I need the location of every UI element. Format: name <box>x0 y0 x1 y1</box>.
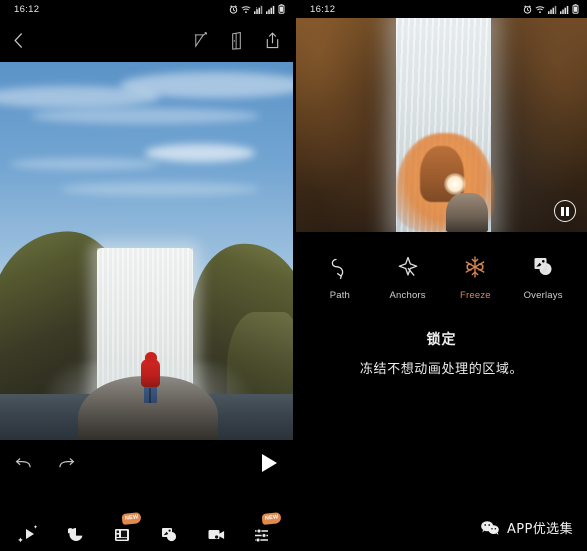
highlight-glow <box>444 173 466 195</box>
left-top-toolbar <box>0 18 293 62</box>
bottom-tool-film[interactable]: NEW <box>108 512 142 544</box>
alarm-icon <box>523 4 532 14</box>
back-chevron-icon[interactable] <box>10 31 27 50</box>
paint-blob-icon <box>68 528 83 541</box>
undo-redo-group <box>14 456 76 471</box>
bottom-tool-camera[interactable] <box>202 518 232 544</box>
help-title: 锁定 <box>426 332 457 348</box>
right-video-preview[interactable] <box>296 18 587 232</box>
tool-label: Path <box>329 290 351 301</box>
tool-label: Anchors <box>389 290 426 301</box>
bottom-tool-adjust[interactable]: NEW <box>249 512 283 544</box>
tool-label: Overlays <box>523 290 563 301</box>
cloud-shape <box>145 144 255 162</box>
wifi-icon <box>241 5 251 13</box>
overlays-squares-icon <box>530 254 556 280</box>
film-strip-icon <box>115 529 130 541</box>
bottom-tool-overlays[interactable] <box>155 518 185 544</box>
redo-icon[interactable] <box>57 456 76 471</box>
left-bottom-toolbar: NEW NEW <box>0 511 293 551</box>
video-foreground-rock <box>446 193 488 232</box>
pause-icon[interactable] <box>554 200 576 222</box>
signal-1-icon <box>548 5 557 14</box>
tool-path[interactable]: Path <box>311 254 369 301</box>
battery-icon <box>278 4 285 14</box>
svg-text:1: 1 <box>256 6 258 10</box>
video-left-rock <box>296 18 406 232</box>
right-phone-screen: 16:12 Path Anchors Freeze Overlays 锁定 冻结… <box>296 0 587 551</box>
new-badge: NEW <box>121 512 142 525</box>
cursor-select-icon[interactable] <box>192 31 209 50</box>
tool-overlays[interactable]: Overlays <box>514 254 572 301</box>
sliders-icon <box>254 528 268 543</box>
play-icon[interactable] <box>262 454 277 472</box>
left-photo-canvas[interactable] <box>0 62 293 440</box>
cloud-shape <box>10 158 160 170</box>
left-status-bar: 16:12 1 <box>0 0 293 18</box>
anchor-star-icon <box>395 254 421 280</box>
status-icon-group: 1 <box>229 4 285 14</box>
right-status-bar: 16:12 <box>296 0 587 18</box>
wifi-icon <box>535 5 545 13</box>
status-time: 16:12 <box>310 3 336 15</box>
left-phone-screen: 16:12 1 NEW NEW <box>0 0 293 551</box>
video-camera-icon <box>208 530 224 539</box>
signal-1-icon: 1 <box>254 5 263 14</box>
signal-2-icon <box>560 5 569 14</box>
playback-controls <box>0 440 293 486</box>
overlays-icon <box>161 528 176 542</box>
alarm-icon <box>229 4 238 14</box>
tool-freeze[interactable]: Freeze <box>446 254 504 301</box>
dual-screenshot-container: 16:12 1 NEW NEW 16:12 Path Anchors Freez… <box>0 0 587 551</box>
snowflake-icon <box>462 254 488 280</box>
editor-tools-row: Path Anchors Freeze Overlays <box>296 232 587 301</box>
person-red-jacket <box>141 359 160 387</box>
path-curve-arrow-icon <box>327 254 353 280</box>
status-time: 16:12 <box>14 3 40 15</box>
tool-label: Freeze <box>459 290 491 301</box>
top-action-group <box>192 31 281 50</box>
watermark-text: APP优选集 <box>507 522 573 537</box>
sparkle-arrow-icon <box>18 525 38 543</box>
watermark: APP优选集 <box>480 518 573 537</box>
cloud-shape <box>60 182 260 196</box>
share-icon[interactable] <box>264 31 281 50</box>
cloud-shape <box>30 108 260 124</box>
person-hood <box>145 352 157 363</box>
undo-icon[interactable] <box>14 456 33 471</box>
help-block: 锁定 冻结不想动画处理的区域。 <box>296 301 587 377</box>
wechat-icon <box>481 520 499 535</box>
signal-2-icon <box>266 5 275 14</box>
status-icon-group <box>523 4 579 14</box>
bottom-tool-effects[interactable] <box>14 518 44 544</box>
tool-anchors[interactable]: Anchors <box>379 254 437 301</box>
help-description: 冻结不想动画处理的区域。 <box>359 362 524 377</box>
compare-pages-icon[interactable] <box>228 31 245 50</box>
battery-icon <box>572 4 579 14</box>
bottom-tool-paint[interactable] <box>61 518 91 544</box>
new-badge: NEW <box>261 512 283 525</box>
person-legs <box>144 385 157 403</box>
